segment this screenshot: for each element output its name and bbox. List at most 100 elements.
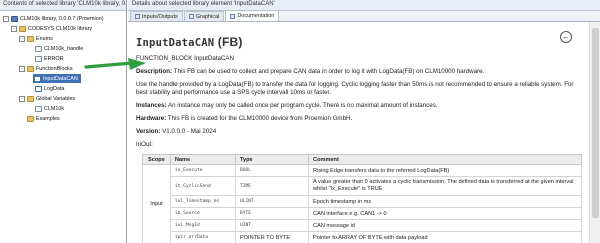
hardware-paragraph: Hardware: This FB is created for the CLM… [136, 115, 582, 123]
tree-node-functionblocks[interactable]: - FunctionBlocks [19, 64, 73, 73]
folder-icon [19, 25, 26, 32]
type-cell: UINT [234, 219, 310, 232]
usage-paragraph: Use the handle provided by a LogData(FB)… [136, 81, 574, 96]
inout-label: InOut: [136, 141, 153, 148]
tab-documentation[interactable]: Documentation [225, 10, 280, 21]
tree-node-label: CLM10k [44, 105, 65, 112]
name-cell: lul_Timestamp_ms [169, 195, 236, 208]
table-row: iptr_arrData POINTER TO BYTE Pointer to … [143, 231, 582, 243]
comment-cell: CAN message id [308, 219, 582, 232]
vertical-scrollbar[interactable] [589, 22, 600, 243]
tab-label: Inputs/Outputs [142, 13, 178, 20]
collapse-icon[interactable]: - [19, 95, 25, 102]
enum-icon [35, 45, 42, 52]
details-tabs: Inputs/Outputs Graphical Documentation [128, 10, 600, 22]
type-cell: TIME [234, 176, 310, 196]
scrollbar-thumb[interactable] [592, 28, 599, 218]
folder-icon [27, 35, 34, 42]
type-cell: POINTER TO BYTE [234, 231, 310, 243]
tree-node-codesys-library[interactable]: - CODESYS CLM10k library [11, 24, 92, 33]
type-cell: BOOL [234, 164, 310, 177]
callout-arrow-icon [84, 58, 146, 70]
tree-node-error[interactable]: ERROR [35, 54, 63, 63]
tab-inputs-outputs[interactable]: Inputs/Outputs [130, 11, 183, 21]
tree-node-inputdatacan[interactable]: InputDataCAN [33, 74, 81, 83]
enum-icon [35, 55, 42, 62]
comment-cell: Epoch timestamp in ms [308, 195, 582, 208]
version-label: Version: [136, 128, 161, 135]
name-cell: ix_Execute [169, 164, 236, 177]
folder-icon [27, 95, 34, 102]
tree-node-label: FunctionBlocks [36, 65, 73, 72]
type-cell: ULINT [234, 195, 310, 208]
table-row: it_CyclicSend TIME A value greater than … [143, 176, 582, 196]
scope-cell: Input [142, 164, 171, 243]
tree-node-logdata[interactable]: LogData [35, 84, 64, 93]
hardware-text: This FB is created for the CLM10000 devi… [166, 115, 353, 122]
library-tree-panel: Contents of selected library 'CLM10k lib… [0, 0, 127, 243]
tab-label: Documentation [237, 13, 275, 19]
version-text: V1.0.0.0 - Mai 2024 [160, 128, 217, 135]
instances-label: Instances: [136, 102, 167, 109]
tree-node-label: CLM10k library, 0.0.0.7 (Proemion) [20, 15, 104, 22]
name-cell: iptr_arrData [169, 231, 236, 243]
graphical-icon [188, 14, 194, 19]
name-cell: it_CyclicSend [169, 176, 236, 196]
details-header: Details about selected library element '… [128, 0, 600, 11]
tree-node-label: Enums [36, 35, 53, 42]
folder-icon [27, 65, 34, 72]
instances-text: An instance may only be called once per … [166, 102, 438, 109]
tree-node-label: ERROR [44, 55, 64, 62]
tree-node-label: CLM10k_handle [44, 45, 84, 52]
parameters-table: Scope Name Type Comment Input ix_Execute… [142, 154, 582, 243]
instances-paragraph: Instances: An instance may only be calle… [136, 102, 582, 110]
table-row: lul_Timestamp_ms ULINT Epoch timestamp i… [143, 195, 582, 208]
tree-node-clm10k-handle[interactable]: CLM10k_handle [35, 44, 83, 53]
description-paragraph: Description: This FB can be used to coll… [136, 68, 582, 76]
tree-node-label: Global Variables [36, 95, 76, 102]
comment-cell: Pointer to ARRAY OF BYTE with data paylo… [308, 231, 582, 243]
collapse-icon[interactable]: - [11, 25, 17, 32]
documentation-icon [230, 13, 236, 19]
column-header-scope: Scope [142, 154, 171, 165]
tree-node-label: InputDataCAN [43, 75, 78, 82]
tab-graphical[interactable]: Graphical [183, 11, 225, 21]
tab-label: Graphical [195, 13, 220, 20]
tree-node-global-variables[interactable]: - Global Variables [19, 94, 75, 103]
block-declaration: FUNCTION_BLOCK InputDataCAN [136, 55, 234, 62]
back-button[interactable]: ← [560, 31, 572, 43]
comment-cell: Rising Edge transfers data to the referr… [308, 164, 582, 177]
folder-icon [27, 115, 34, 122]
collapse-icon[interactable]: - [19, 35, 25, 42]
library-tree-header: Contents of selected library 'CLM10k lib… [0, 0, 126, 11]
table-row: ib_Source BYTE CAN interface e.g. CAN1 -… [143, 207, 582, 220]
tree-node-clm10k[interactable]: CLM10k [35, 104, 64, 113]
version-paragraph: Version: V1.0.0.0 - Mai 2024 [136, 128, 582, 136]
variable-list-icon [35, 105, 42, 112]
column-header-name: Name [169, 154, 236, 165]
doc-title-name: InputDataCAN [136, 37, 215, 49]
comment-cell: CAN interface e.g. CAN1 -> 0 [308, 207, 582, 220]
tree-node-label: CODESYS CLM10k library [28, 25, 93, 32]
details-panel: Details about selected library element '… [128, 0, 600, 243]
tree-node-enums[interactable]: - Enums [19, 34, 53, 43]
type-cell: BYTE [234, 207, 310, 220]
back-icon: ← [562, 32, 570, 41]
collapse-icon[interactable]: - [3, 15, 9, 22]
documentation-content: InputDataCAN (FB) FUNCTION_BLOCK InputDa… [136, 26, 582, 243]
table-row: iui_MsgId UINT CAN message id [143, 219, 582, 232]
comment-cell: A value greater than 0 activates a cycli… [308, 176, 582, 196]
tree-node-examples[interactable]: Examples [27, 114, 60, 123]
function-block-icon [35, 85, 42, 92]
table-row: Input ix_Execute BOOL Rising Edge transf… [142, 164, 582, 243]
collapse-icon[interactable]: - [19, 65, 25, 72]
tree-node-library[interactable]: - CLM10k library, 0.0.0.7 (Proemion) [3, 14, 104, 23]
hardware-label: Hardware: [136, 115, 167, 122]
tree-node-label: Examples [36, 115, 60, 122]
doc-title-suffix: (FB) [214, 35, 243, 49]
name-cell: ib_Source [169, 207, 236, 220]
table-header-row: Scope Name Type Comment [142, 154, 582, 165]
name-cell: iui_MsgId [169, 219, 236, 232]
description-text: This FB can be used to collect and prepa… [172, 68, 485, 75]
inputs-outputs-icon [135, 14, 140, 19]
